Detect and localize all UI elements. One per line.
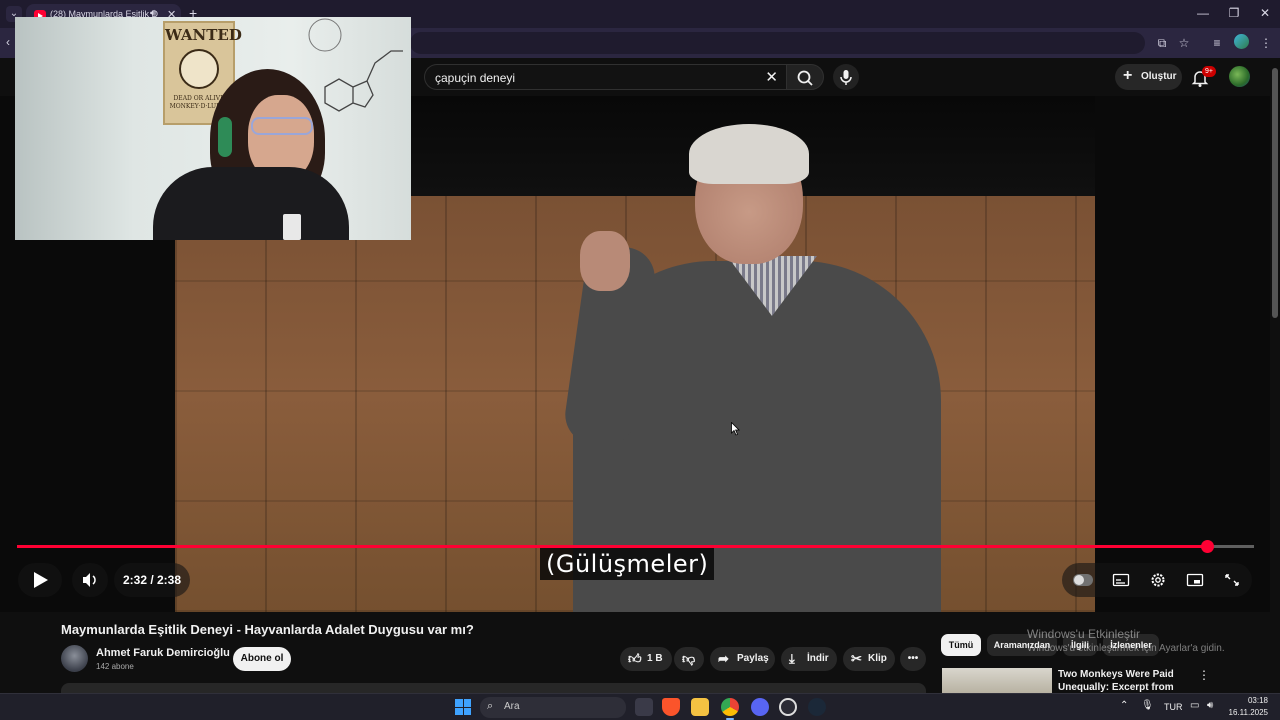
back-icon[interactable]: ‹ — [6, 35, 10, 49]
headphone-shape — [218, 117, 232, 157]
kebab-menu-icon[interactable]: ⋮ — [1198, 668, 1210, 682]
notification-badge: 9+ — [1202, 66, 1216, 77]
taskbar-search[interactable]: ⌕ Ara — [480, 697, 626, 718]
windows-activation-subtitle: Windows'u etkinleştirmek için Ayarlar'a … — [1027, 643, 1225, 654]
media-control-icon[interactable]: ≡ — [1208, 34, 1226, 52]
download-label: İndir — [807, 653, 829, 664]
share-label: Paylaş — [737, 653, 769, 664]
person-hoodie — [153, 167, 349, 240]
network-icon[interactable]: ▭ — [1190, 700, 1199, 711]
brave-browser-icon[interactable] — [662, 698, 680, 716]
search-query: çapuçin deneyi — [435, 71, 516, 85]
scissors-icon: ✂ — [851, 651, 862, 666]
miniplayer-icon[interactable] — [1186, 572, 1204, 588]
channel-name[interactable]: Ahmet Faruk Demircioğlu — [96, 647, 230, 659]
progress-scrubber[interactable] — [1200, 540, 1214, 553]
download-button[interactable]: ⤓ İndir — [781, 647, 837, 671]
clock-time: 03:18 — [1247, 696, 1268, 705]
restore-button[interactable]: ❐ — [1226, 6, 1242, 20]
clear-search-icon[interactable]: ✕ — [765, 68, 778, 86]
clip-button[interactable]: ✂ Klip — [843, 647, 895, 671]
search-icon: ⌕ — [487, 700, 494, 712]
page-scrollbar[interactable] — [1270, 58, 1280, 693]
download-icon: ⤓ — [789, 651, 795, 666]
search-input[interactable]: çapuçin deneyi ✕ — [424, 64, 786, 90]
hoodie-logo — [283, 214, 301, 240]
player-right-controls — [1062, 563, 1252, 597]
mute-button[interactable] — [72, 563, 108, 597]
bookmark-star-icon[interactable]: ☆ — [1175, 34, 1193, 52]
windows-activation-title: Windows'u Etkinleştir — [1027, 627, 1140, 641]
speaker-icon[interactable]: 🔊︎ — [1207, 700, 1213, 711]
kebab-menu-icon[interactable]: ⋮ — [1257, 34, 1275, 52]
search-button[interactable] — [786, 64, 824, 90]
close-window-button[interactable]: ✕ — [1257, 6, 1273, 20]
recommendation-thumbnail[interactable] — [942, 668, 1052, 693]
caption-text: (Gülüşmeler) — [540, 548, 715, 580]
microphone-icon — [840, 70, 852, 85]
taskbar-clock[interactable]: 03:18 16.11.2025 — [1224, 695, 1268, 719]
steam-icon[interactable] — [808, 698, 826, 716]
dislike-button[interactable]: 👎︎ — [674, 647, 704, 671]
share-button[interactable]: ➦ Paylaş — [710, 647, 775, 671]
address-bar[interactable] — [410, 32, 1145, 54]
settings-gear-icon[interactable] — [1149, 572, 1167, 588]
progress-played — [17, 545, 1207, 548]
share-arrow-icon: ➦ — [718, 651, 729, 666]
progress-bar[interactable] — [17, 540, 1254, 553]
minimize-button[interactable]: — — [1195, 6, 1211, 20]
profile-avatar[interactable] — [1234, 34, 1249, 49]
voice-search-button[interactable] — [833, 64, 859, 90]
create-button[interactable]: + Oluştur — [1115, 64, 1182, 90]
fullscreen-icon[interactable] — [1223, 572, 1241, 588]
clock-date: 16.11.2025 — [1228, 708, 1268, 717]
video-title: Maymunlarda Eşitlik Deneyi - Hayvanlarda… — [61, 622, 474, 637]
webcam-overlay: WANTED DEAD OR ALIVE MONKEY·D·LUFFY — [15, 17, 411, 240]
mouse-cursor-icon — [731, 422, 740, 436]
speaker-hair — [689, 124, 809, 184]
subtitles-icon[interactable] — [1112, 572, 1130, 588]
volume-icon — [83, 573, 96, 587]
account-avatar[interactable] — [1229, 66, 1250, 87]
windows-taskbar: ⌕ Ara ⌃ 🎙︎ TUR ▭ 🔊︎ 03:18 16.11.2025 — [0, 693, 1280, 720]
subscriber-count: 142 abone — [96, 662, 134, 671]
subscribe-button[interactable]: Abone ol — [233, 647, 291, 671]
thumbs-down-icon: 👎︎ — [682, 651, 696, 666]
recommendation-title[interactable]: Two Monkeys Were Paid Unequally: Excerpt… — [1058, 668, 1193, 693]
poster-title: WANTED — [165, 26, 242, 44]
like-button[interactable]: 👍︎ 1 B — [620, 647, 672, 671]
more-horizontal-icon: ••• — [907, 653, 919, 664]
description-box[interactable] — [61, 683, 926, 693]
task-view-icon[interactable] — [635, 698, 653, 716]
create-label: Oluştur — [1141, 71, 1177, 82]
taskbar-search-text: Ara — [504, 701, 520, 712]
scrollbar-thumb[interactable] — [1272, 68, 1278, 318]
chrome-icon[interactable] — [721, 698, 739, 716]
app-icon[interactable] — [779, 698, 797, 716]
like-count: 1 B — [647, 653, 663, 664]
person-glasses — [251, 117, 313, 135]
microphone-icon[interactable]: 🎙︎ — [1141, 700, 1154, 711]
play-button[interactable] — [18, 563, 62, 597]
autoplay-toggle[interactable] — [1073, 574, 1093, 586]
file-explorer-icon[interactable] — [691, 698, 709, 716]
windows-start-icon[interactable] — [455, 699, 471, 715]
channel-avatar[interactable] — [61, 645, 88, 672]
chip-all[interactable]: Tümü — [941, 634, 981, 656]
discord-icon[interactable] — [751, 698, 769, 716]
poster-face — [179, 49, 219, 89]
speaker-hand — [580, 231, 630, 291]
time-display: 2:32 / 2:38 — [114, 563, 190, 597]
play-icon — [34, 572, 48, 588]
more-actions-button[interactable]: ••• — [900, 647, 926, 671]
plus-icon: + — [1123, 67, 1133, 84]
clip-label: Klip — [868, 653, 887, 664]
chevron-up-icon[interactable]: ⌃ — [1120, 700, 1128, 711]
thumbs-up-icon: 👍︎ — [628, 651, 642, 666]
language-indicator[interactable]: TUR — [1164, 702, 1183, 712]
search-icon — [797, 70, 813, 86]
install-icon[interactable]: ⧉ — [1153, 34, 1171, 52]
